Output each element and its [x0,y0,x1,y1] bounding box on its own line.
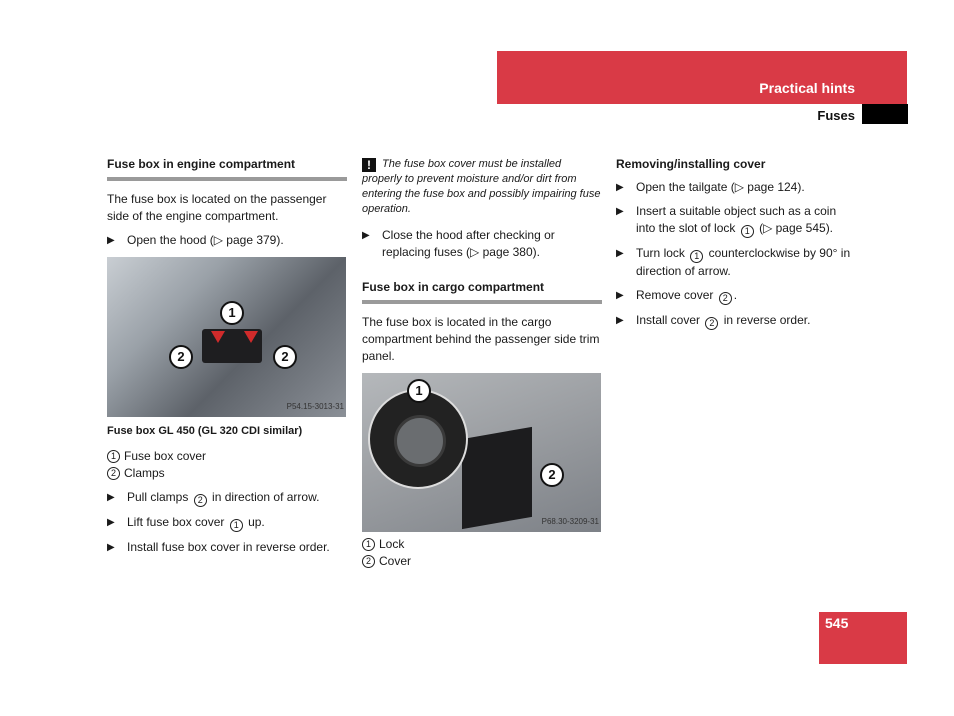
photo-code: P54.15-3013-31 [286,402,344,411]
step-insert-coin: ▶ Insert a suitable object such as a coi… [616,203,856,238]
warning-icon: ! [362,158,376,172]
lock-icon [394,415,446,467]
section-title: Practical hints [759,80,855,96]
bullet-triangle-icon: ▶ [107,517,115,528]
callout-1: 1 [407,379,431,403]
step-text: in direction of arrow. [212,490,320,504]
number-circle-icon: 2 [718,292,732,305]
intro-text: The fuse box is located in the cargo com… [362,315,600,363]
number-circle-icon: 1 [229,519,243,532]
step-remove-cover: ▶ Remove cover 2. [616,287,856,305]
bullet-triangle-icon: ▶ [616,206,624,217]
number-circle-icon: 2 [705,317,719,330]
number-circle-icon: 2 [362,555,375,568]
bullet-triangle-icon: ▶ [616,290,624,301]
bullet-triangle-icon: ▶ [107,235,115,246]
number-circle-icon: 2 [193,494,207,507]
number-circle-icon: 2 [107,467,120,480]
legend-item: 2 Clamps [107,465,347,482]
step-text: Open the hood (▷ page 379). [127,233,284,247]
cargo-fuse-box-photo: 1 2 P68.30-3209-31 [362,373,601,532]
arrow-down-icon [244,331,258,343]
step-text: Lift fuse box cover [127,515,225,529]
step-open-tailgate: ▶ Open the tailgate (▷ page 124). [616,179,856,196]
page-number: 545 [825,615,849,631]
section-header-band [497,51,907,104]
heading-cargo-compartment: Fuse box in cargo compartment [362,279,602,304]
step-text: . [733,288,738,302]
step-text: Install cover [636,313,701,327]
subsection-tab-marker [862,104,908,124]
warning-note: ! The fuse box cover must be installed pr… [362,157,602,217]
subsection-title: Fuses [817,108,855,123]
step-text: Turn lock [636,246,685,260]
cover-panel-shape [462,426,532,530]
step-text: Open the tailgate (▷ page 124). [636,180,805,194]
column-cargo-fuse-box: ! The fuse box cover must be installed pr… [362,157,602,570]
step-text: Remove cover [636,288,714,302]
legend-item: 1 Lock [362,536,602,553]
number-circle-icon: 1 [362,538,375,551]
step-pull-clamps: ▶ Pull clamps 2 in direction of arrow. [107,489,347,507]
legend-label: Cover [379,554,412,568]
step-text: Pull clamps [127,490,189,504]
photo-code: P68.30-3209-31 [541,517,599,526]
number-circle-icon: 1 [690,250,704,263]
callout-2: 2 [540,463,564,487]
number-circle-icon: 1 [107,450,120,463]
step-text: Install fuse box cover in reverse order. [127,540,330,554]
column-removing-cover: Removing/installing cover ▶ Open the tai… [616,156,856,337]
bullet-triangle-icon: ▶ [107,492,115,503]
lock-magnified-inset [368,389,468,489]
step-lift-cover: ▶ Lift fuse box cover 1 up. [107,514,347,532]
legend-label: Fuse box cover [124,449,207,463]
photo-caption: Fuse box GL 450 (GL 320 CDI similar) [107,425,303,437]
arrow-down-icon [211,331,225,343]
heading-removing-installing: Removing/installing cover [616,157,766,171]
number-circle-icon: 1 [740,225,754,238]
heading-engine-compartment: Fuse box in engine compartment [107,156,347,181]
legend-item: 1 Fuse box cover [107,448,347,465]
step-text: Close the hood after checking or replaci… [382,228,555,259]
step-install-cover: ▶ Install cover 2 in reverse order. [616,312,856,330]
step-close-hood: ▶ Close the hood after checking or repla… [362,227,602,261]
step-text: up. [248,515,265,529]
bullet-triangle-icon: ▶ [107,542,115,553]
bullet-triangle-icon: ▶ [616,182,624,193]
callout-2-left: 2 [169,345,193,369]
legend-label: Lock [379,537,405,551]
step-open-hood: ▶ Open the hood (▷ page 379). [107,232,347,249]
engine-fuse-box-photo: 1 2 2 P54.15-3013-31 [107,257,346,417]
legend-item: 2 Cover [362,553,602,570]
step-text: in reverse order. [723,313,811,327]
bullet-triangle-icon: ▶ [616,248,624,259]
callout-1: 1 [220,301,244,325]
column-engine-fuse-box: Fuse box in engine compartment The fuse … [107,156,347,563]
step-text: (▷ page 545). [759,221,834,235]
intro-text: The fuse box is located on the passenger… [107,192,327,223]
callout-2-right: 2 [273,345,297,369]
step-install-cover: ▶ Install fuse box cover in reverse orde… [107,539,347,556]
bullet-triangle-icon: ▶ [362,230,370,241]
step-turn-lock: ▶ Turn lock 1 counterclockwise by 90° in… [616,245,856,280]
legend-label: Clamps [124,466,165,480]
warning-text: The fuse box cover must be installed pro… [362,158,601,215]
bullet-triangle-icon: ▶ [616,315,624,326]
